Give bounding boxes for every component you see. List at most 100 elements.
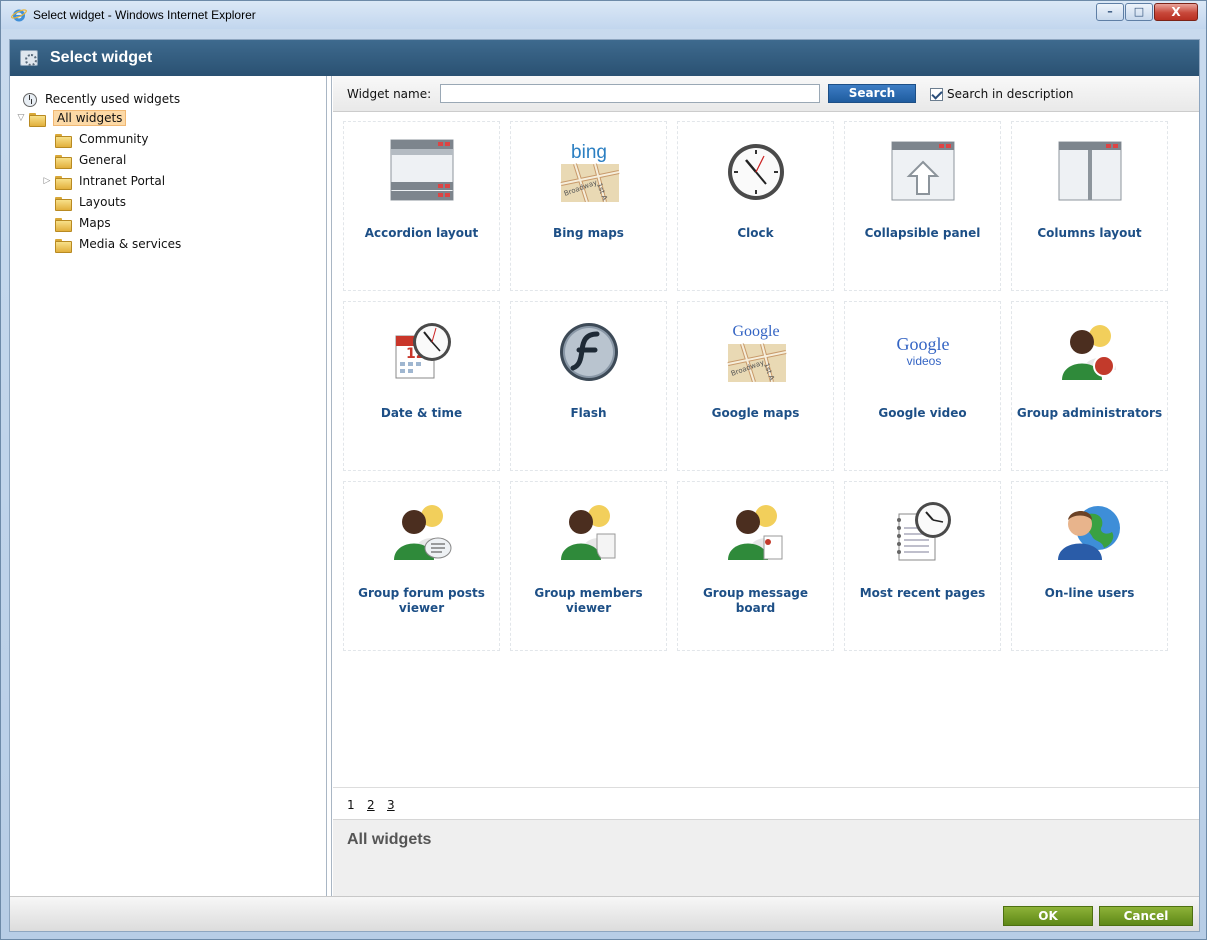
widget-card-clock[interactable]: Clock xyxy=(677,121,834,291)
google-logo-text: Google xyxy=(897,334,950,354)
pane-splitter[interactable] xyxy=(327,76,332,896)
collapsed-arrow-icon[interactable]: ▷ xyxy=(42,176,52,186)
internet-explorer-icon xyxy=(11,9,27,22)
dialog-footer: OK Cancel xyxy=(10,896,1199,931)
widget-name: Group administrators xyxy=(1016,406,1163,420)
search-in-description-label: Search in description xyxy=(947,87,1074,101)
tree-item-intranet-portal[interactable]: ▷ Intranet Portal xyxy=(42,172,165,190)
dialog-title: Select widget xyxy=(50,49,153,66)
search-in-description-option[interactable]: Search in description xyxy=(930,87,1074,101)
widget-card-on-line-users[interactable]: On-line users xyxy=(1011,481,1168,651)
minimize-icon: – xyxy=(1107,5,1113,18)
widget-category-tree: Recently used widgets ▽ All widgets Comm… xyxy=(10,76,327,896)
widget-name: Clock xyxy=(737,226,774,240)
tree-item-label: Community xyxy=(79,132,149,146)
google-logo-text: Google xyxy=(732,323,779,340)
bing-maps-icon: bing Broadway 1st A xyxy=(560,142,620,202)
widget-card-group-administrators[interactable]: Group administrators xyxy=(1011,301,1168,471)
online-users-icon xyxy=(1058,506,1120,560)
widget-card-google-maps[interactable]: Google Broadway 1st A Google maps xyxy=(677,301,834,471)
widget-name: Group members viewer xyxy=(534,586,643,615)
widget-card-columns-layout[interactable]: Columns layout xyxy=(1011,121,1168,291)
tree-item-label: Recently used widgets xyxy=(45,92,181,106)
description-panel: All widgets xyxy=(333,819,1199,896)
group-message-board-icon xyxy=(728,505,783,560)
widget-card-group-members-viewer[interactable]: Group members viewer xyxy=(510,481,667,651)
widget-name: Most recent pages xyxy=(859,586,986,600)
group-members-icon xyxy=(561,505,616,560)
page-3-link[interactable]: 3 xyxy=(387,798,395,812)
widget-name-input[interactable] xyxy=(440,84,820,103)
collapsible-panel-icon xyxy=(891,141,955,201)
search-in-description-checkbox[interactable] xyxy=(930,87,943,101)
widget-card-group-forum-posts-viewer[interactable]: Group forum posts viewer xyxy=(343,481,500,651)
ok-button[interactable]: OK xyxy=(1003,906,1093,926)
window-controls: – □ X xyxy=(1095,3,1198,23)
widget-card-collapsible-panel[interactable]: Collapsible panel xyxy=(844,121,1001,291)
tree-item-recently-used[interactable]: Recently used widgets xyxy=(22,90,180,108)
description-title: All widgets xyxy=(347,831,432,848)
widget-name: Columns layout xyxy=(1037,226,1142,240)
widget-card-group-message-board[interactable]: Group message board xyxy=(677,481,834,651)
videos-logo-text: videos xyxy=(907,354,942,368)
page-1-current: 1 xyxy=(347,798,355,812)
group-forum-posts-icon xyxy=(394,505,452,560)
widget-card-bing-maps[interactable]: bing Broadway 1st A Bing maps xyxy=(510,121,667,291)
tree-item-community[interactable]: Community xyxy=(55,130,148,148)
close-button[interactable]: X xyxy=(1154,3,1198,21)
expanded-arrow-icon[interactable]: ▽ xyxy=(16,113,26,123)
tree-item-layouts[interactable]: Layouts xyxy=(55,193,126,211)
close-icon: X xyxy=(1171,5,1181,19)
tree-item-all-widgets[interactable]: ▽ All widgets xyxy=(16,109,127,127)
dialog-client-area: Select widget Recently used widgets ▽ Al… xyxy=(9,39,1200,932)
widget-settings-icon xyxy=(20,50,38,66)
folder-icon xyxy=(55,238,72,253)
widget-name: Google video xyxy=(878,406,967,420)
widget-card-date-time[interactable]: 12 Date & time xyxy=(343,301,500,471)
widget-name: Accordion layout xyxy=(364,226,479,240)
widget-name: Flash xyxy=(570,406,607,420)
search-button[interactable]: Search xyxy=(828,84,916,103)
maximize-button[interactable]: □ xyxy=(1125,3,1153,21)
widget-card-accordion-layout[interactable]: Accordion layout xyxy=(343,121,500,291)
folder-icon xyxy=(55,175,72,190)
accordion-layout-icon xyxy=(390,139,454,201)
folder-icon xyxy=(29,112,46,127)
browser-window: Select widget - Windows Internet Explore… xyxy=(0,0,1207,940)
tree-item-label: General xyxy=(79,153,127,167)
folder-icon xyxy=(55,196,72,211)
flash-icon xyxy=(560,323,618,381)
cancel-button[interactable]: Cancel xyxy=(1099,906,1193,926)
widget-panel: Widget name: Search Search in descriptio… xyxy=(333,76,1199,896)
tree-item-label: All widgets xyxy=(53,110,127,126)
window-title: Select widget - Windows Internet Explore… xyxy=(33,8,256,22)
widget-name: Group message board xyxy=(702,586,809,615)
tree-item-label: Intranet Portal xyxy=(79,174,166,188)
widget-card-flash[interactable]: Flash xyxy=(510,301,667,471)
most-recent-pages-icon xyxy=(897,502,951,561)
widget-card-google-video[interactable]: Google videos Google video xyxy=(844,301,1001,471)
group-administrators-icon xyxy=(1062,325,1116,380)
minimize-button[interactable]: – xyxy=(1096,3,1124,21)
tree-item-maps[interactable]: Maps xyxy=(55,214,111,232)
folder-icon xyxy=(55,133,72,148)
dialog-header: Select widget xyxy=(10,40,1199,76)
recent-widgets-icon xyxy=(22,91,38,107)
widget-card-most-recent-pages[interactable]: Most recent pages xyxy=(844,481,1001,651)
widget-name: Google maps xyxy=(711,406,800,420)
widget-name: On-line users xyxy=(1044,586,1135,600)
tree-item-label: Maps xyxy=(79,216,111,230)
window-titlebar: Select widget - Windows Internet Explore… xyxy=(1,1,1206,29)
page-2-link[interactable]: 2 xyxy=(367,798,375,812)
tree-item-label: Media & services xyxy=(79,237,182,251)
tree-item-media-services[interactable]: Media & services xyxy=(55,235,181,253)
tree-item-general[interactable]: General xyxy=(55,151,126,169)
widget-name: Group forum posts viewer xyxy=(358,586,485,615)
widget-name: Date & time xyxy=(380,406,463,420)
google-maps-icon: Google Broadway 1st A xyxy=(727,323,787,382)
folder-icon xyxy=(55,217,72,232)
maximize-icon: □ xyxy=(1133,5,1145,18)
widget-name: Bing maps xyxy=(553,226,624,240)
pagination: 1 2 3 xyxy=(333,787,1199,817)
google-video-icon: Google videos xyxy=(897,334,950,368)
